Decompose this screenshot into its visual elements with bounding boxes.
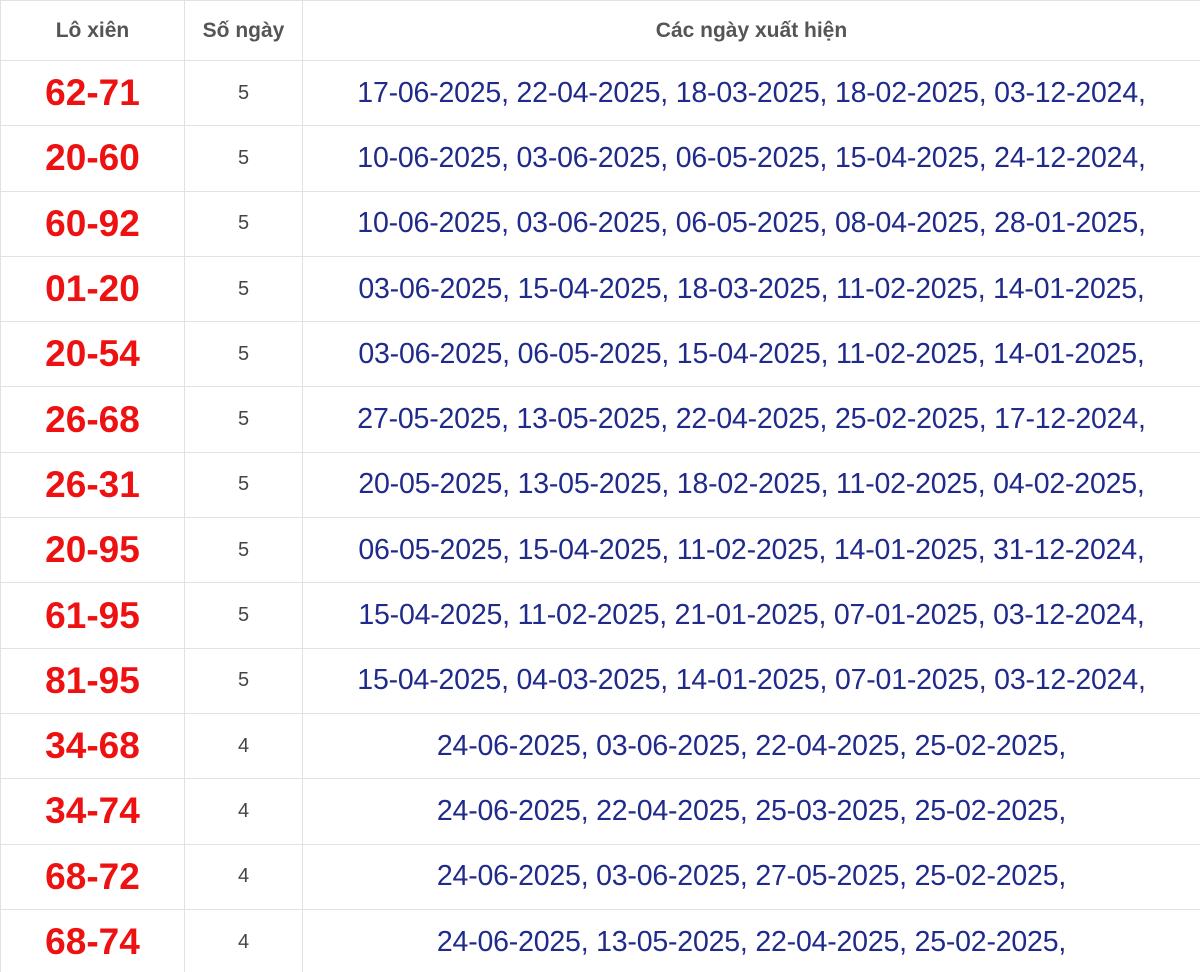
dates-cell: 24-06-2025, 13-05-2025, 22-04-2025, 25-0… (302, 908, 1200, 972)
count-cell: 5 (184, 386, 303, 453)
count-cell: 4 (184, 712, 303, 780)
count-cell: 4 (184, 843, 303, 910)
pair-cell: 81-95 (0, 647, 185, 714)
pair-cell: 26-68 (0, 386, 185, 453)
table-row: 62-71 5 17-06-2025, 22-04-2025, 18-03-2025… (0, 59, 1200, 127)
dates-cell: 24-06-2025, 22-04-2025, 25-03-2025, 25-0… (302, 778, 1200, 845)
pair-cell: 34-68 (0, 712, 185, 780)
dates-cell: 20-05-2025, 13-05-2025, 18-02-2025, 11-0… (302, 451, 1200, 519)
table-row: 68-72 4 24-06-2025, 03-06-2025, 27-05-2025… (0, 843, 1200, 910)
table-row: 81-95 5 15-04-2025, 04-03-2025, 14-01-2025… (0, 647, 1200, 714)
dates-cell: 06-05-2025, 15-04-2025, 11-02-2025, 14-0… (302, 517, 1200, 584)
dates-cell: 15-04-2025, 11-02-2025, 21-01-2025, 07-0… (302, 582, 1200, 649)
table-body: 62-71 5 17-06-2025, 22-04-2025, 18-03-2025… (0, 59, 1200, 972)
dates-cell: 27-05-2025, 13-05-2025, 22-04-2025, 25-0… (302, 386, 1200, 453)
dates-cell: 17-06-2025, 22-04-2025, 18-03-2025, 18-0… (302, 59, 1200, 127)
table-row: 34-74 4 24-06-2025, 22-04-2025, 25-03-2025… (0, 778, 1200, 845)
column-header-count: Số ngày (184, 0, 303, 61)
count-cell: 5 (184, 647, 303, 714)
pair-cell: 61-95 (0, 582, 185, 649)
dates-cell: 10-06-2025, 03-06-2025, 06-05-2025, 08-0… (302, 190, 1200, 257)
count-cell: 5 (184, 451, 303, 519)
pair-cell: 20-60 (0, 125, 185, 192)
pair-cell: 62-71 (0, 59, 185, 127)
dates-cell: 24-06-2025, 03-06-2025, 27-05-2025, 25-0… (302, 843, 1200, 910)
pair-cell: 34-74 (0, 778, 185, 845)
dates-cell: 03-06-2025, 06-05-2025, 15-04-2025, 11-0… (302, 321, 1200, 388)
table-row: 01-20 5 03-06-2025, 15-04-2025, 18-03-2025… (0, 255, 1200, 323)
column-header-dates: Các ngày xuất hiện (302, 0, 1200, 61)
pair-cell: 20-54 (0, 321, 185, 388)
lo-xien-table-container: Lô xiên Số ngày Các ngày xuất hiện 62-71… (0, 0, 1200, 972)
table-header-row: Lô xiên Số ngày Các ngày xuất hiện (0, 0, 1200, 61)
table-row: 26-31 5 20-05-2025, 13-05-2025, 18-02-2025… (0, 451, 1200, 519)
count-cell: 5 (184, 190, 303, 257)
table-row: 60-92 5 10-06-2025, 03-06-2025, 06-05-2025… (0, 190, 1200, 257)
dates-cell: 24-06-2025, 03-06-2025, 22-04-2025, 25-0… (302, 712, 1200, 780)
pair-cell: 60-92 (0, 190, 185, 257)
count-cell: 5 (184, 125, 303, 192)
table-row: 26-68 5 27-05-2025, 13-05-2025, 22-04-2025… (0, 386, 1200, 453)
pair-cell: 20-95 (0, 517, 185, 584)
dates-cell: 03-06-2025, 15-04-2025, 18-03-2025, 11-0… (302, 255, 1200, 323)
table-row: 68-74 4 24-06-2025, 13-05-2025, 22-04-2025… (0, 908, 1200, 972)
pair-cell: 68-72 (0, 843, 185, 910)
count-cell: 4 (184, 908, 303, 972)
column-header-pair: Lô xiên (0, 0, 185, 61)
pair-cell: 01-20 (0, 255, 185, 323)
count-cell: 5 (184, 59, 303, 127)
table-row: 20-95 5 06-05-2025, 15-04-2025, 11-02-2025… (0, 517, 1200, 584)
count-cell: 5 (184, 582, 303, 649)
table-row: 34-68 4 24-06-2025, 03-06-2025, 22-04-2025… (0, 712, 1200, 780)
table-row: 61-95 5 15-04-2025, 11-02-2025, 21-01-2025… (0, 582, 1200, 649)
table-row: 20-60 5 10-06-2025, 03-06-2025, 06-05-2025… (0, 125, 1200, 192)
dates-cell: 10-06-2025, 03-06-2025, 06-05-2025, 15-0… (302, 125, 1200, 192)
dates-cell: 15-04-2025, 04-03-2025, 14-01-2025, 07-0… (302, 647, 1200, 714)
count-cell: 4 (184, 778, 303, 845)
count-cell: 5 (184, 321, 303, 388)
table-row: 20-54 5 03-06-2025, 06-05-2025, 15-04-2025… (0, 321, 1200, 388)
count-cell: 5 (184, 255, 303, 323)
lo-xien-table: Lô xiên Số ngày Các ngày xuất hiện 62-71… (0, 0, 1200, 972)
pair-cell: 26-31 (0, 451, 185, 519)
count-cell: 5 (184, 517, 303, 584)
pair-cell: 68-74 (0, 908, 185, 972)
